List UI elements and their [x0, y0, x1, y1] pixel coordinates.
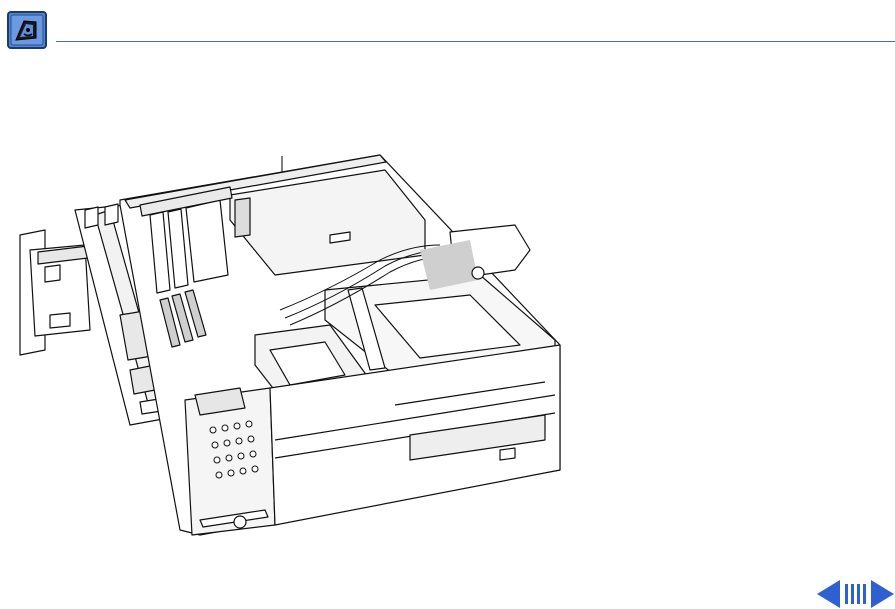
arrow-right-icon: [871, 580, 894, 608]
mac-os-logo-icon: [6, 10, 50, 50]
index-button[interactable]: [845, 584, 866, 604]
header-rule: [56, 41, 895, 42]
previous-page-button[interactable]: [817, 580, 840, 608]
book-index-icon: [845, 584, 866, 604]
computer-chassis-illustration: [19, 154, 561, 536]
page-navigation: [816, 579, 895, 609]
arrow-left-icon: [817, 580, 840, 608]
manual-page: [0, 0, 895, 609]
next-page-button[interactable]: [871, 580, 894, 608]
